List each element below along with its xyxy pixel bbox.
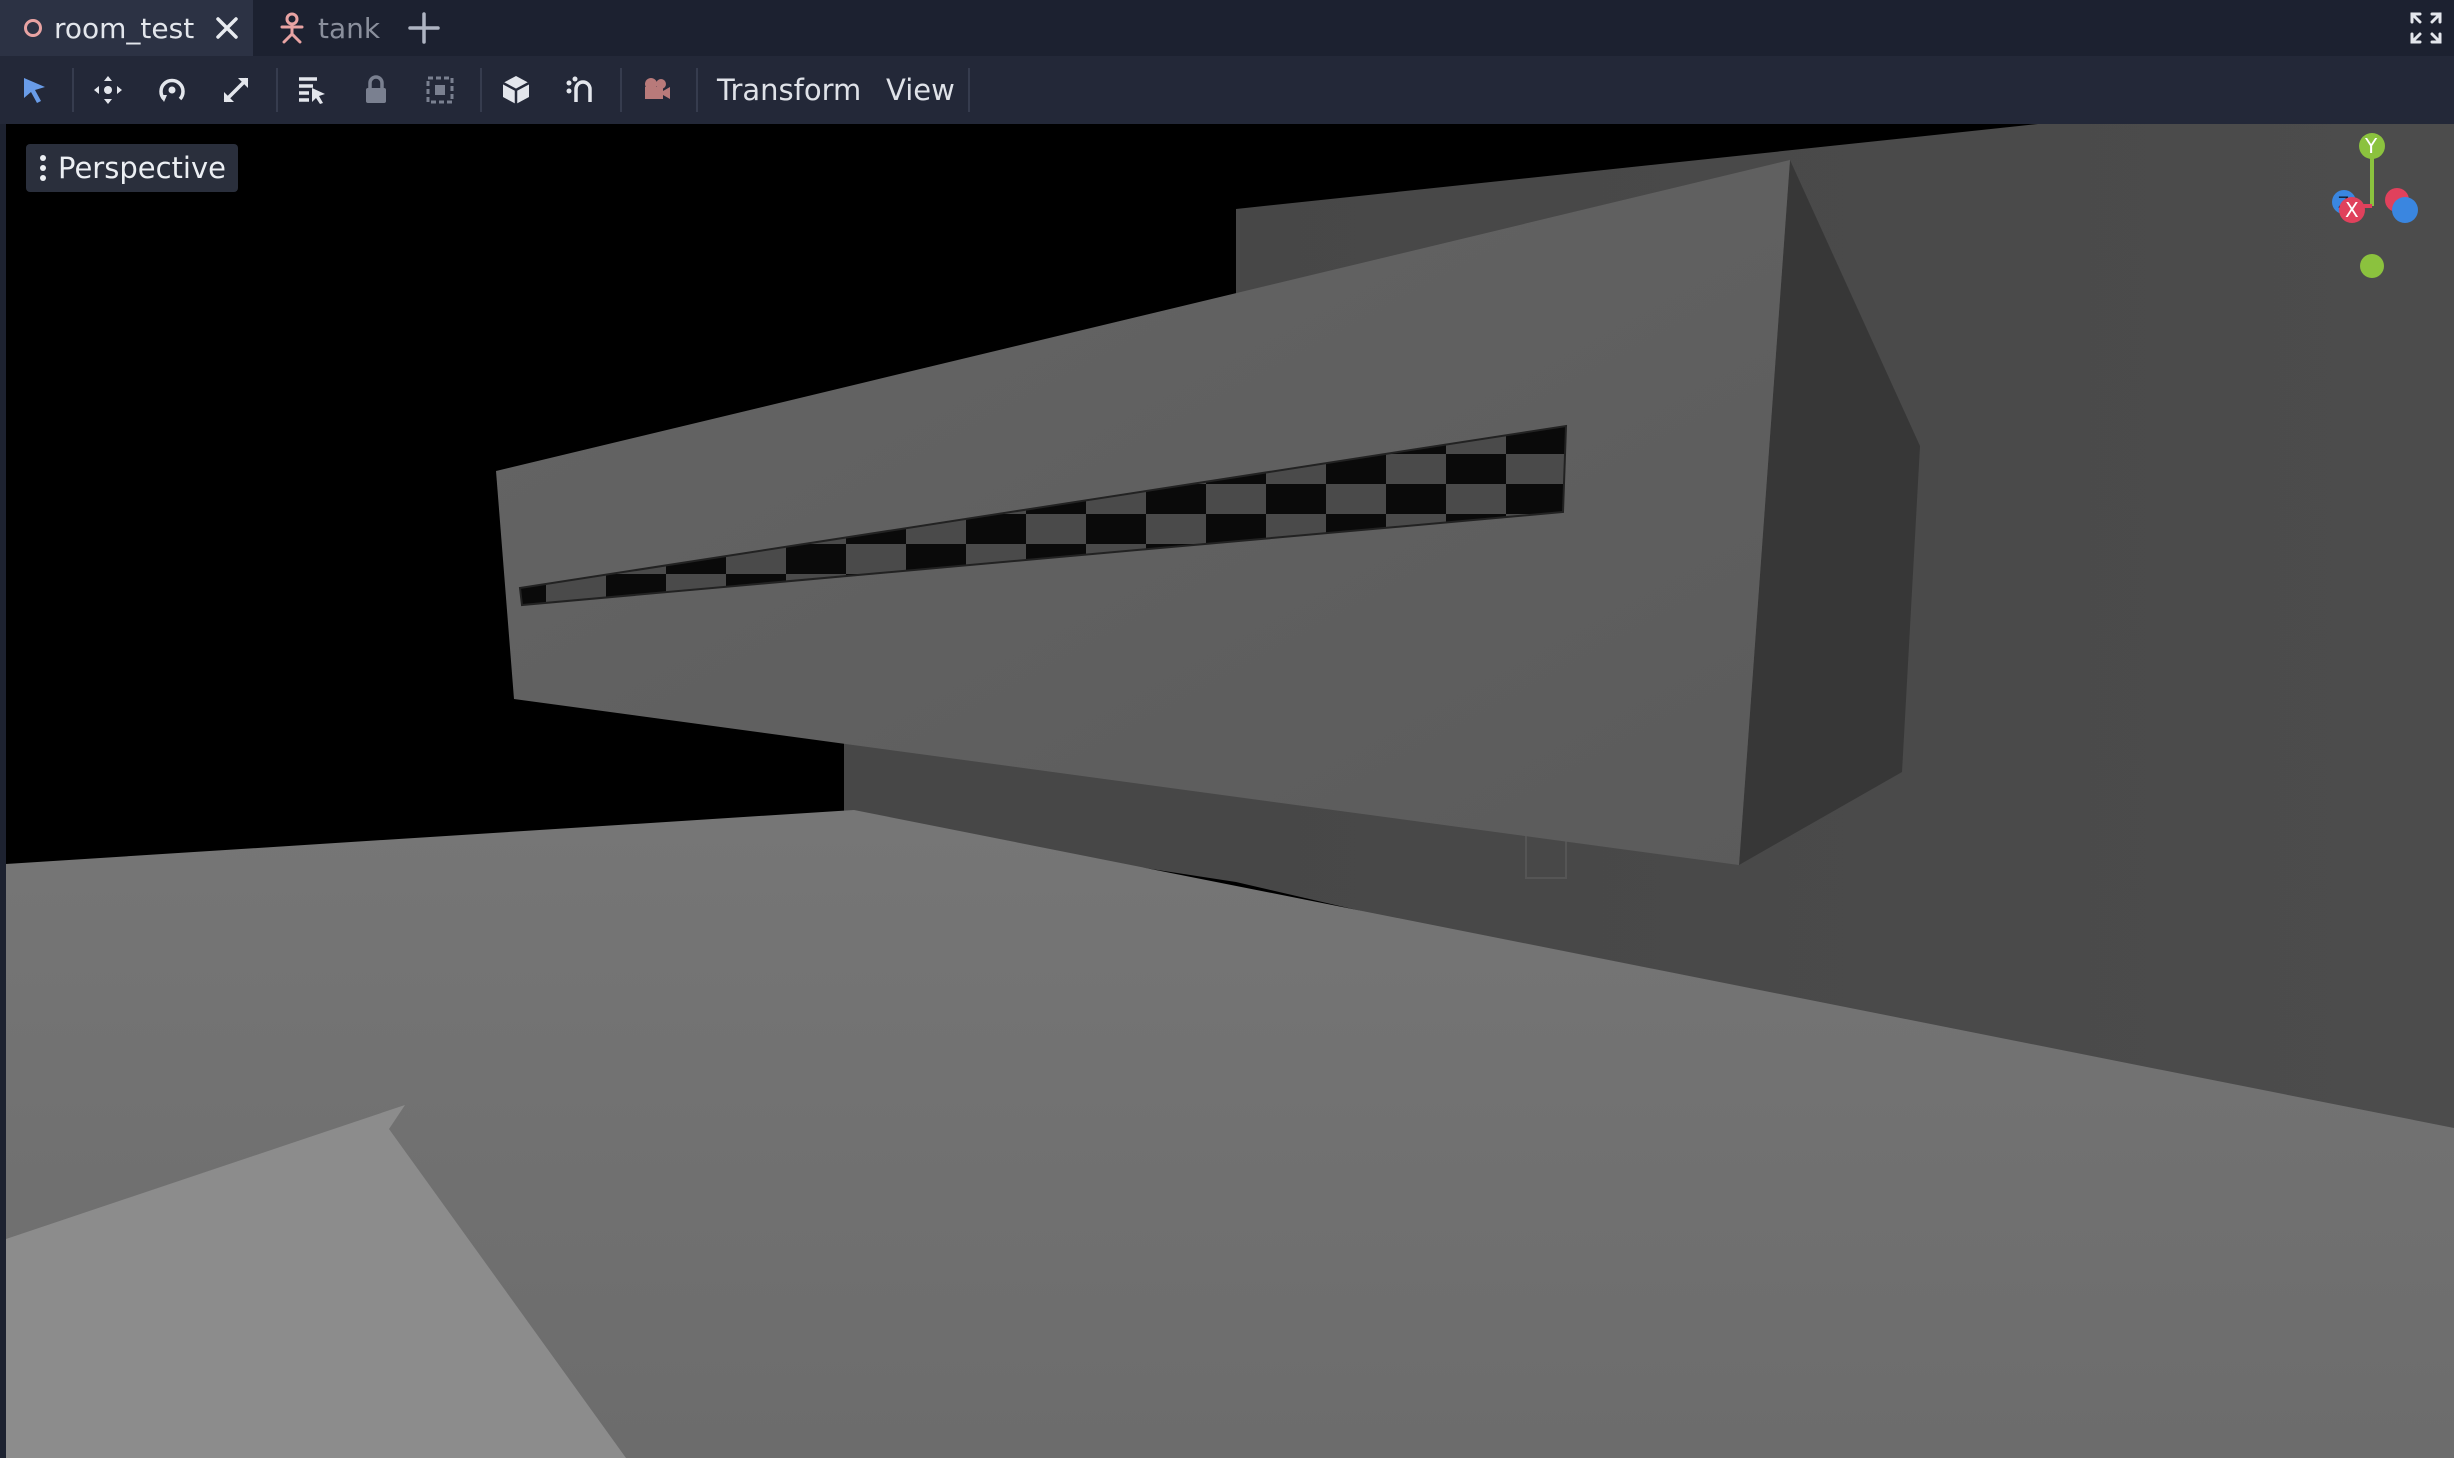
toolbar-separator [276, 68, 278, 112]
y-negative-handle[interactable] [2360, 254, 2384, 278]
skeleton-icon [280, 12, 304, 44]
z-negative-handle[interactable] [2392, 197, 2418, 223]
rotate-tool-button[interactable] [150, 68, 194, 112]
toolbar-separator [968, 68, 970, 112]
group-button[interactable] [418, 68, 462, 112]
scale-tool-button[interactable] [214, 68, 258, 112]
snap-button[interactable] [558, 68, 602, 112]
close-icon[interactable] [209, 10, 245, 46]
lock-button[interactable] [354, 68, 398, 112]
move-tool-button[interactable] [86, 68, 130, 112]
list-select-button[interactable] [290, 68, 334, 112]
snap-icon [566, 76, 592, 102]
move-icon [94, 76, 122, 104]
camera-preview-button[interactable] [634, 68, 678, 112]
tab-label: tank [318, 11, 381, 45]
scale-icon [223, 77, 249, 103]
toolbar-separator [72, 68, 74, 112]
list-select-icon [299, 77, 325, 104]
perspective-menu-button[interactable]: Perspective [26, 144, 238, 192]
add-tab-icon[interactable] [404, 8, 444, 48]
y-axis-label: Y [2364, 134, 2378, 158]
toolbar-separator [620, 68, 622, 112]
toolbar-separator [696, 68, 698, 112]
fullscreen-icon[interactable] [2408, 10, 2444, 46]
scene-tab-bar: room_test tank [0, 0, 2454, 56]
menu-dots-icon [40, 155, 46, 181]
spatial-editor-toolbar: Transform View [0, 56, 2454, 124]
select-tool-button[interactable] [12, 68, 56, 112]
local-space-icon [502, 76, 530, 104]
rotate-icon [159, 78, 185, 102]
lock-icon [366, 75, 386, 103]
tab-room-test[interactable]: room_test [0, 0, 253, 56]
camera-icon [645, 78, 670, 99]
toolbar-separator [480, 68, 482, 112]
circle-node-icon [24, 19, 42, 37]
transform-menu[interactable]: Transform [717, 70, 861, 110]
select-icon [24, 78, 45, 103]
tab-tank[interactable]: tank [258, 0, 388, 56]
view-gizmo[interactable]: Z X Y [2294, 124, 2454, 304]
tab-label: room_test [54, 11, 195, 45]
perspective-label: Perspective [58, 151, 226, 185]
local-space-button[interactable] [494, 68, 538, 112]
x-axis-label: X [2345, 198, 2359, 222]
scene-render [6, 124, 2454, 1458]
3d-viewport[interactable]: Perspective Z X Y [6, 124, 2454, 1458]
view-menu[interactable]: View [886, 70, 955, 110]
group-icon [426, 76, 454, 104]
